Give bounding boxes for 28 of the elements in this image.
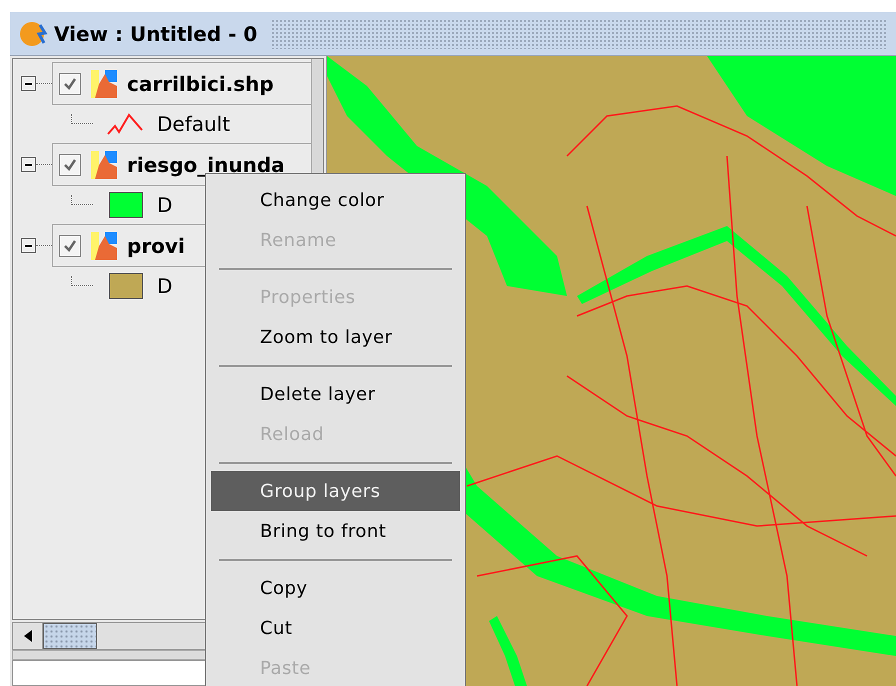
left-arrow-icon bbox=[24, 630, 32, 642]
collapse-toggle[interactable] bbox=[21, 238, 36, 253]
layer-checkbox[interactable] bbox=[59, 154, 81, 176]
collapse-toggle[interactable] bbox=[21, 76, 36, 91]
layer-type-icon bbox=[91, 70, 117, 98]
legend-label: Default bbox=[157, 111, 230, 138]
window-title: View : Untitled - 0 bbox=[54, 20, 258, 48]
scroll-thumb[interactable] bbox=[43, 623, 97, 649]
menu-item[interactable]: Bring to front bbox=[211, 511, 460, 551]
layer-name: provi bbox=[127, 232, 185, 260]
layer-checkbox[interactable] bbox=[59, 234, 81, 256]
legend-label: D bbox=[157, 273, 172, 300]
menu-item[interactable]: Delete layer bbox=[211, 374, 460, 414]
layer-row[interactable]: carrilbici.shp bbox=[52, 62, 311, 105]
legend-label: D bbox=[157, 192, 172, 219]
checkmark-icon bbox=[62, 76, 78, 92]
menu-item[interactable]: Group layers bbox=[211, 471, 460, 511]
layer-type-icon bbox=[91, 232, 117, 260]
layer-type-icon bbox=[91, 150, 117, 178]
checkmark-icon bbox=[62, 156, 78, 172]
layer-name: carrilbici.shp bbox=[127, 70, 274, 98]
menu-item[interactable]: Cut bbox=[211, 608, 460, 648]
menu-item[interactable]: Copy bbox=[211, 568, 460, 608]
layer-checkbox[interactable] bbox=[59, 72, 81, 94]
menu-item[interactable]: Zoom to layer bbox=[211, 317, 460, 357]
collapse-toggle[interactable] bbox=[21, 157, 36, 172]
layer-name: riesgo_inunda bbox=[127, 152, 285, 179]
checkmark-icon bbox=[62, 238, 78, 254]
